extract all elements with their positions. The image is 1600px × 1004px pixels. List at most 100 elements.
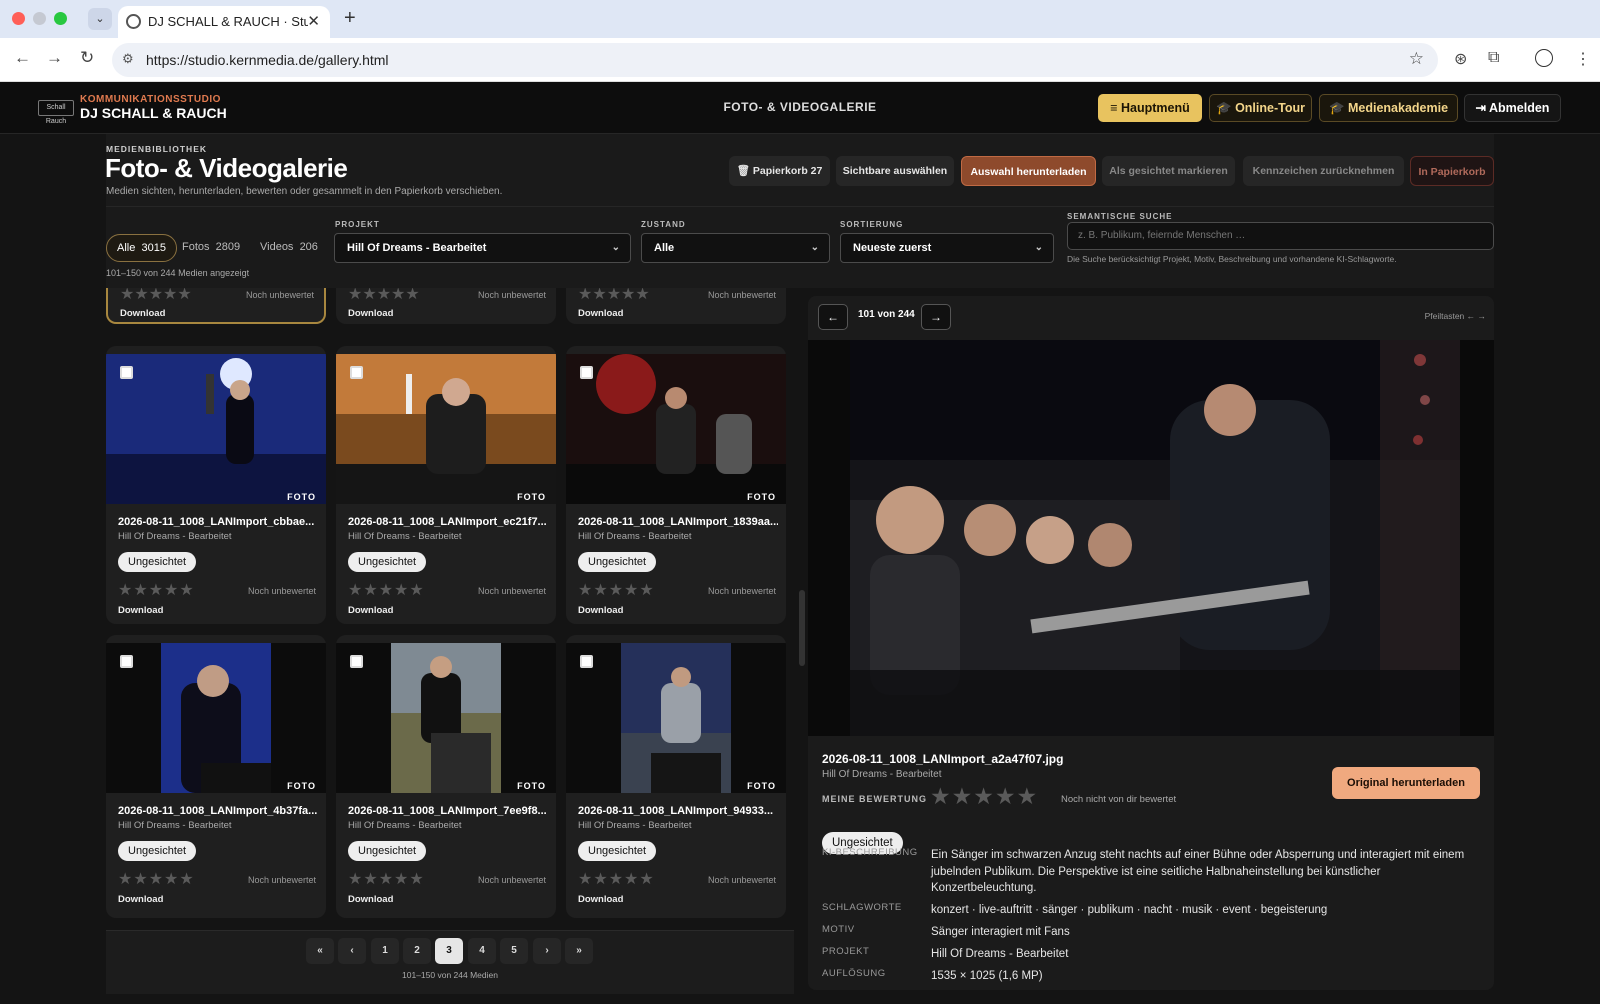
main-menu-button[interactable]: ≡ Hauptmenü — [1098, 94, 1202, 122]
download-link[interactable]: Download — [118, 894, 163, 905]
media-thumbnail[interactable]: FOTO — [106, 643, 326, 793]
rating-stars[interactable]: ★★★★★ — [578, 580, 655, 600]
partial-card[interactable]: ★★★★★ Noch unbewertet Download — [336, 288, 556, 324]
browser-tab[interactable]: DJ SCHALL & RAUCH · Studio ✕ — [118, 6, 330, 38]
next-arrow-button[interactable]: → — [921, 304, 951, 330]
page-next-button[interactable]: › — [533, 938, 561, 964]
download-link[interactable]: Download — [348, 605, 393, 616]
status-badge[interactable]: Ungesichtet — [578, 841, 657, 861]
close-tab-icon[interactable]: ✕ — [307, 12, 320, 30]
segment-all[interactable]: Alle 3015 — [106, 234, 177, 262]
project-select[interactable]: Hill Of Dreams - Bearbeitet ⌄ — [334, 233, 631, 263]
rating-stars[interactable]: ★★★★★ — [578, 288, 650, 304]
media-thumbnail[interactable]: FOTO — [106, 354, 326, 504]
new-tab-plus-icon[interactable]: + — [344, 7, 356, 30]
media-card[interactable]: FOTO 2026-08-11_1008_LANImport_4b37fa...… — [106, 635, 326, 918]
forward-arrow-icon[interactable]: → — [46, 48, 63, 68]
semantic-search-input[interactable]: z. B. Publikum, feiernde Menschen … — [1067, 222, 1494, 250]
media-card[interactable]: FOTO 2026-08-11_1008_LANImport_1839aa...… — [566, 346, 786, 624]
media-type-badge: FOTO — [747, 492, 776, 502]
media-thumbnail[interactable]: FOTO — [336, 643, 556, 793]
download-link[interactable]: Download — [578, 308, 623, 319]
rating-stars[interactable]: ★★★★★ — [348, 288, 420, 304]
tab-list-chevron-icon[interactable]: ⌄ — [88, 8, 112, 30]
select-checkbox[interactable] — [120, 655, 133, 668]
puzzle-extensions-icon[interactable]: ⧉ — [1488, 49, 1499, 67]
media-card[interactable]: FOTO 2026-08-11_1008_LANImport_94933... … — [566, 635, 786, 918]
media-project: Hill Of Dreams - Bearbeitet — [118, 820, 232, 831]
select-checkbox[interactable] — [120, 366, 133, 379]
reload-icon[interactable]: ↻ — [80, 48, 94, 68]
page-first-button[interactable]: « — [306, 938, 334, 964]
status-badge[interactable]: Ungesichtet — [578, 552, 657, 572]
brand-subtitle: KOMMUNIKATIONSSTUDIO — [80, 94, 221, 105]
move-to-trash-button[interactable]: In Papierkorb — [1410, 156, 1494, 186]
download-link[interactable]: Download — [348, 894, 393, 905]
sort-select[interactable]: Neueste zuerst ⌄ — [840, 233, 1054, 263]
rating-stars[interactable]: ★★★★★ — [348, 580, 425, 600]
partial-card[interactable]: ★★★★★ Noch unbewertet Download — [566, 288, 786, 324]
logout-button[interactable]: ⇥ Abmelden — [1464, 94, 1561, 122]
online-tour-button[interactable]: 🎓 Online-Tour — [1209, 94, 1312, 122]
select-checkbox[interactable] — [580, 655, 593, 668]
select-checkbox[interactable] — [580, 366, 593, 379]
state-select[interactable]: Alle ⌄ — [641, 233, 830, 263]
page-last-button[interactable]: » — [565, 938, 593, 964]
media-card[interactable]: FOTO 2026-08-11_1008_LANImport_7ee9f8...… — [336, 635, 556, 918]
status-badge[interactable]: Ungesichtet — [348, 841, 427, 861]
media-thumbnail[interactable]: FOTO — [336, 354, 556, 504]
page-1-button[interactable]: 1 — [371, 938, 399, 964]
status-badge[interactable]: Ungesichtet — [118, 552, 197, 572]
partial-card[interactable]: ★★★★★ Noch unbewertet Download — [106, 288, 326, 324]
chevron-down-icon: ⌄ — [1034, 242, 1043, 253]
mark-viewed-button[interactable]: Als gesichtet markieren — [1102, 156, 1235, 186]
rating-stars[interactable]: ★★★★★ — [348, 869, 425, 889]
site-settings-icon[interactable]: ⚙ — [122, 51, 134, 67]
url-field[interactable]: ⚙ https://studio.kernmedia.de/gallery.ht… — [112, 43, 1438, 77]
download-selection-button[interactable]: Auswahl herunterladen — [961, 156, 1096, 186]
trash-button[interactable]: 🗑 Papierkorb 27 — [729, 156, 830, 186]
panel-resize-handle[interactable] — [799, 590, 805, 666]
media-card[interactable]: FOTO 2026-08-11_1008_LANImport_cbbae... … — [106, 346, 326, 624]
download-link[interactable]: Download — [348, 308, 393, 319]
extension-icon[interactable]: ⊛ — [1454, 49, 1467, 69]
download-link[interactable]: Download — [578, 605, 623, 616]
download-original-button[interactable]: Original herunterladen — [1332, 767, 1480, 799]
media-academy-button[interactable]: 🎓 Medienakademie — [1319, 94, 1458, 122]
more-menu-icon[interactable]: ⋮ — [1575, 49, 1591, 69]
page-3-button-current[interactable]: 3 — [435, 938, 463, 964]
page-prev-button[interactable]: ‹ — [338, 938, 366, 964]
minimize-window-button[interactable] — [33, 12, 46, 25]
rating-stars[interactable]: ★★★★★ — [118, 869, 195, 889]
maximize-window-button[interactable] — [54, 12, 67, 25]
select-checkbox[interactable] — [350, 655, 363, 668]
status-badge[interactable]: Ungesichtet — [118, 841, 197, 861]
prev-arrow-button[interactable]: ← — [818, 304, 848, 330]
sort-select-value: Neueste zuerst — [853, 242, 932, 254]
download-link[interactable]: Download — [118, 605, 163, 616]
media-thumbnail[interactable]: FOTO — [566, 643, 786, 793]
profile-avatar-icon[interactable] — [1535, 49, 1553, 67]
bookmark-star-icon[interactable]: ☆ — [1409, 49, 1424, 69]
my-rating-stars[interactable]: ★★★★★ — [930, 783, 1038, 810]
page-4-button[interactable]: 4 — [468, 938, 496, 964]
viewer-image[interactable] — [850, 340, 1460, 736]
segment-videos[interactable]: Videos 206 — [250, 234, 328, 262]
rating-stars[interactable]: ★★★★★ — [578, 869, 655, 889]
rating-stars[interactable]: ★★★★★ — [120, 288, 192, 304]
unmark-button[interactable]: Kennzeichen zurücknehmen — [1243, 156, 1404, 186]
download-link[interactable]: Download — [578, 894, 623, 905]
rating-stars[interactable]: ★★★★★ — [118, 580, 195, 600]
select-checkbox[interactable] — [350, 366, 363, 379]
segment-photos[interactable]: Fotos 2809 — [172, 234, 250, 262]
select-visible-button[interactable]: Sichtbare auswählen — [836, 156, 954, 186]
thumbnail-image — [621, 643, 731, 793]
page-5-button[interactable]: 5 — [500, 938, 528, 964]
back-arrow-icon[interactable]: ← — [14, 48, 31, 68]
page-2-button[interactable]: 2 — [403, 938, 431, 964]
status-badge[interactable]: Ungesichtet — [348, 552, 427, 572]
media-thumbnail[interactable]: FOTO — [566, 354, 786, 504]
close-window-button[interactable] — [12, 12, 25, 25]
download-link[interactable]: Download — [120, 308, 165, 319]
media-card[interactable]: FOTO 2026-08-11_1008_LANImport_ec21f7...… — [336, 346, 556, 624]
